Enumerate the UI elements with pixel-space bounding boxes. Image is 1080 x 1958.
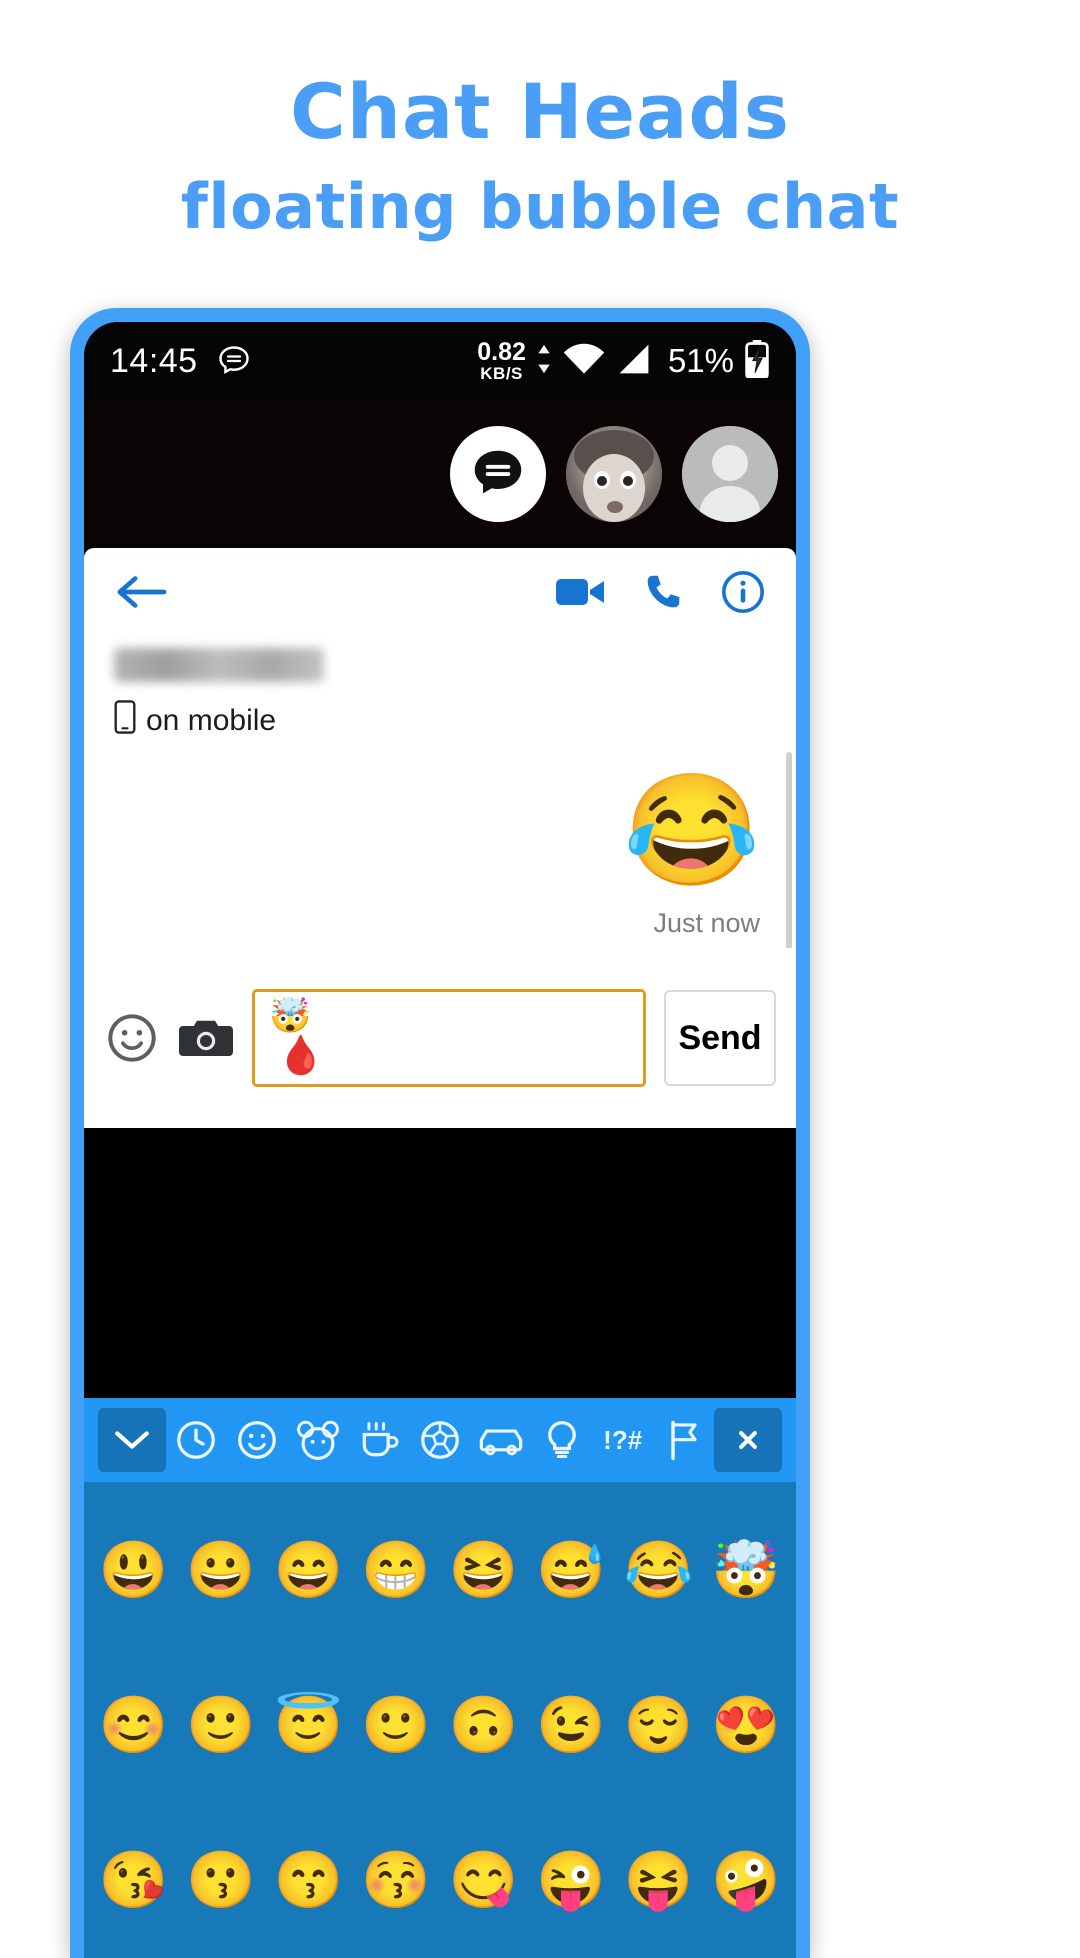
input-emoji-2: 🩸 — [277, 1035, 325, 1077]
flags-tab[interactable] — [653, 1408, 714, 1472]
send-button[interactable]: Send — [664, 990, 776, 1086]
contact-name — [114, 648, 324, 682]
contact-status: on mobile — [114, 700, 766, 742]
wifi-icon — [562, 342, 606, 381]
chat-panel: on mobile 😂 Just now 😂 Just now 🤯 🩸 Send — [84, 548, 796, 1128]
info-icon[interactable] — [720, 569, 766, 620]
emoji-key[interactable]: 😂 — [615, 1539, 703, 1600]
emoji-key[interactable]: 😄 — [265, 1539, 353, 1600]
status-right-cluster: 0.82 KB/S 51% — [477, 337, 770, 383]
chat-toolbar-actions — [554, 569, 766, 620]
phone-mockup: 14:45 0.82 KB/S 51% on mobile 😂 Just now… — [70, 308, 810, 1958]
message-text-input[interactable]: 🤯 🩸 — [252, 989, 646, 1087]
mobile-phone-icon — [114, 700, 136, 742]
phone-icon[interactable] — [640, 569, 686, 620]
chat-head-messages[interactable] — [450, 426, 546, 522]
back-arrow-icon[interactable] — [114, 571, 168, 618]
emoji-row: 😊 🙂 😇 🙂 🙃 😉 😌 😍 — [90, 1647, 790, 1802]
food-tab[interactable] — [349, 1408, 410, 1472]
smileys-tab[interactable] — [227, 1408, 288, 1472]
data-arrows-icon — [536, 342, 552, 381]
input-emoji-1: 🤯 — [269, 997, 312, 1035]
contact-info: on mobile — [84, 640, 796, 742]
collapse-keyboard-button[interactable] — [98, 1408, 166, 1472]
status-time: 14:45 — [110, 341, 198, 380]
page-title: Chat Heads — [289, 67, 791, 156]
battery-charging-icon — [744, 339, 770, 383]
chat-head-default[interactable] — [682, 426, 778, 522]
emoji-key[interactable]: 😚 — [353, 1850, 441, 1910]
chat-toolbar — [84, 548, 796, 640]
emoji-key[interactable]: 😘 — [90, 1850, 178, 1910]
emoji-key[interactable]: 😝 — [615, 1850, 703, 1910]
camera-icon[interactable] — [178, 1016, 234, 1060]
emoji-key[interactable]: 🙃 — [440, 1694, 528, 1755]
chat-head-baby[interactable] — [566, 426, 662, 522]
emoji-face-icon[interactable] — [104, 1012, 160, 1064]
phone-screen: 14:45 0.82 KB/S 51% on mobile 😂 Just now… — [84, 322, 796, 1958]
message-timestamp: Just now — [653, 908, 760, 938]
emoji-keyboard: !?# 😃 😀 😄 😁 😆 😅 😂 🤯 😊 🙂 😇 🙂 🙃 😉 😌 😍 😘 😗 … — [84, 1398, 796, 1958]
chat-bubble-icon — [216, 343, 252, 379]
emoji-key[interactable]: 🙂 — [353, 1694, 441, 1755]
emoji-key[interactable]: 😇 — [265, 1694, 353, 1755]
animals-tab[interactable] — [288, 1408, 349, 1472]
emoji-row: 😘 😗 😙 😚 😋 😜 😝 🤪 — [90, 1803, 790, 1958]
emoji-key[interactable]: 😁 — [353, 1539, 441, 1600]
emoji-key[interactable]: 😅 — [528, 1539, 616, 1600]
message-emoji-large[interactable]: 😂 — [623, 776, 760, 886]
contact-status-label: on mobile — [146, 704, 277, 737]
objects-tab[interactable] — [531, 1408, 592, 1472]
emoji-key[interactable]: 🤪 — [703, 1850, 791, 1910]
emoji-key[interactable]: 😙 — [265, 1850, 353, 1910]
symbols-tab[interactable]: !?# — [592, 1408, 653, 1472]
chat-heads-row — [84, 400, 796, 548]
emoji-category-toolbar: !?# — [84, 1398, 796, 1482]
emoji-grid: 😃 😀 😄 😁 😆 😅 😂 🤯 😊 🙂 😇 🙂 🙃 😉 😌 😍 😘 😗 😙 😚 … — [84, 1482, 796, 1958]
travel-tab[interactable] — [470, 1408, 531, 1472]
data-rate-unit: KB/S — [480, 363, 523, 383]
data-rate-indicator: 0.82 KB/S — [477, 337, 526, 383]
promo-header: Chat Heads floating bubble chat — [0, 0, 1080, 244]
emoji-key[interactable]: 😆 — [440, 1539, 528, 1600]
emoji-key[interactable]: 😊 — [90, 1694, 178, 1755]
emoji-key[interactable]: 😋 — [440, 1850, 528, 1910]
emoji-key[interactable]: 😌 — [615, 1694, 703, 1755]
emoji-key[interactable]: 🤯 — [703, 1539, 791, 1600]
emoji-key[interactable]: 😜 — [528, 1850, 616, 1910]
status-bar: 14:45 0.82 KB/S 51% — [84, 322, 796, 400]
video-camera-icon[interactable] — [554, 573, 606, 616]
message-input-row: 🤯 🩸 Send — [84, 948, 796, 1128]
emoji-key[interactable]: 😃 — [90, 1539, 178, 1600]
emoji-key[interactable]: 😍 — [703, 1694, 791, 1755]
page-subtitle: floating bubble chat — [180, 170, 900, 243]
recent-emoji-tab[interactable] — [166, 1408, 227, 1472]
sports-tab[interactable] — [410, 1408, 471, 1472]
emoji-key[interactable]: 😗 — [178, 1850, 266, 1910]
backspace-button[interactable] — [714, 1408, 783, 1472]
data-rate-value: 0.82 — [477, 337, 526, 366]
signal-bars-icon — [616, 342, 652, 381]
emoji-key[interactable]: 😀 — [178, 1539, 266, 1600]
battery-percent-label: 51% — [667, 342, 734, 379]
emoji-row: 😃 😀 😄 😁 😆 😅 😂 🤯 — [90, 1492, 790, 1647]
emoji-key[interactable]: 🙂 — [178, 1694, 266, 1755]
emoji-key[interactable]: 😉 — [528, 1694, 616, 1755]
